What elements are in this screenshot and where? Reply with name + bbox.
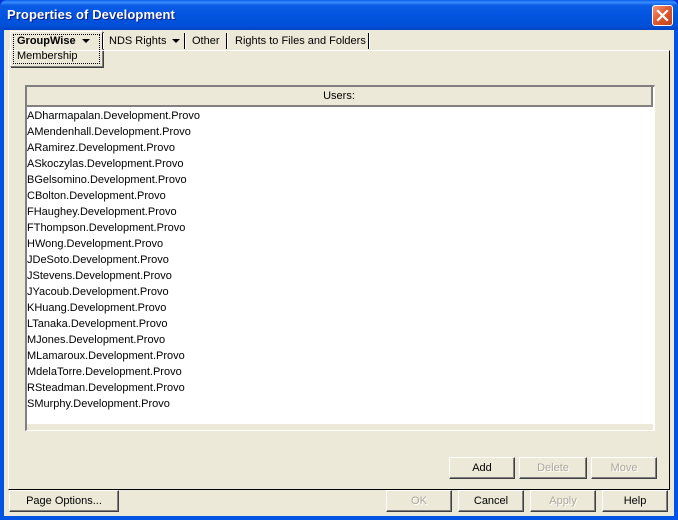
user-list-item[interactable]: RSteadman.Development.Provo bbox=[27, 380, 200, 396]
user-list-item[interactable]: BGelsomino.Development.Provo bbox=[27, 172, 200, 188]
user-list-item[interactable]: LTanaka.Development.Provo bbox=[27, 316, 200, 332]
properties-dialog: Properties of Development GroupWise Memb… bbox=[0, 0, 678, 520]
dropdown-arrow-icon[interactable] bbox=[172, 39, 181, 44]
user-list-item[interactable]: FThompson.Development.Provo bbox=[27, 220, 200, 236]
add-button[interactable]: Add bbox=[449, 457, 515, 479]
title-bar[interactable]: Properties of Development bbox=[0, 0, 678, 30]
close-button[interactable] bbox=[652, 5, 673, 26]
tab-nds-rights-label: NDS Rights bbox=[109, 35, 167, 47]
user-list-item[interactable]: MJones.Development.Provo bbox=[27, 332, 200, 348]
help-button[interactable]: Help bbox=[602, 490, 668, 512]
tab-other[interactable]: Other bbox=[187, 32, 225, 50]
dialog-client-area: GroupWise Membership NDS Rights Other Ri… bbox=[4, 30, 674, 516]
tab-separator bbox=[184, 33, 186, 49]
user-list-item[interactable]: KHuang.Development.Provo bbox=[27, 300, 200, 316]
move-button[interactable]: Move bbox=[591, 457, 657, 479]
users-list-rows: ADharmapalan.Development.Provo AMendenhal… bbox=[27, 108, 200, 412]
user-list-item[interactable]: JDeSoto.Development.Provo bbox=[27, 252, 200, 268]
user-list-item[interactable]: JYacoub.Development.Provo bbox=[27, 284, 200, 300]
user-list-item[interactable]: SMurphy.Development.Provo bbox=[27, 396, 200, 412]
users-list[interactable]: Users: ADharmapalan.Development.Provo AMe… bbox=[25, 85, 655, 431]
tab-nds-rights[interactable]: NDS Rights bbox=[104, 32, 185, 50]
user-list-item[interactable]: ASkoczylas.Development.Provo bbox=[27, 156, 200, 172]
tab-rights-to-files-label: Rights to Files and Folders bbox=[235, 35, 366, 47]
user-list-item[interactable]: ARamirez.Development.Provo bbox=[27, 140, 200, 156]
user-list-item[interactable]: HWong.Development.Provo bbox=[27, 236, 200, 252]
apply-button[interactable]: Apply bbox=[530, 490, 596, 512]
page-options-button[interactable]: Page Options... bbox=[9, 490, 119, 512]
delete-button[interactable]: Delete bbox=[519, 457, 587, 479]
tab-separator bbox=[368, 33, 370, 49]
user-list-item[interactable]: ADharmapalan.Development.Provo bbox=[27, 108, 200, 124]
user-list-item[interactable]: MdelaTorre.Development.Provo bbox=[27, 364, 200, 380]
tab-separator bbox=[226, 33, 228, 49]
tab-groupwise-label: GroupWise bbox=[17, 35, 76, 47]
window-title: Properties of Development bbox=[7, 7, 175, 22]
tab-page-panel: Users: ADharmapalan.Development.Provo AMe… bbox=[8, 50, 670, 490]
user-list-item[interactable]: AMendenhall.Development.Provo bbox=[27, 124, 200, 140]
ok-button[interactable]: OK bbox=[386, 490, 452, 512]
dropdown-arrow-icon[interactable] bbox=[81, 39, 90, 44]
user-list-item[interactable]: MLamaroux.Development.Provo bbox=[27, 348, 200, 364]
users-column-header[interactable]: Users: bbox=[27, 87, 653, 107]
user-list-item[interactable]: JStevens.Development.Provo bbox=[27, 268, 200, 284]
tab-other-label: Other bbox=[192, 35, 220, 47]
user-list-item[interactable]: CBolton.Development.Provo bbox=[27, 188, 200, 204]
tab-rights-to-files[interactable]: Rights to Files and Folders bbox=[230, 32, 371, 50]
user-list-item[interactable]: FHaughey.Development.Provo bbox=[27, 204, 200, 220]
list-horizontal-gutter bbox=[27, 424, 653, 430]
cancel-button[interactable]: Cancel bbox=[458, 490, 524, 512]
close-x-icon bbox=[656, 9, 669, 22]
